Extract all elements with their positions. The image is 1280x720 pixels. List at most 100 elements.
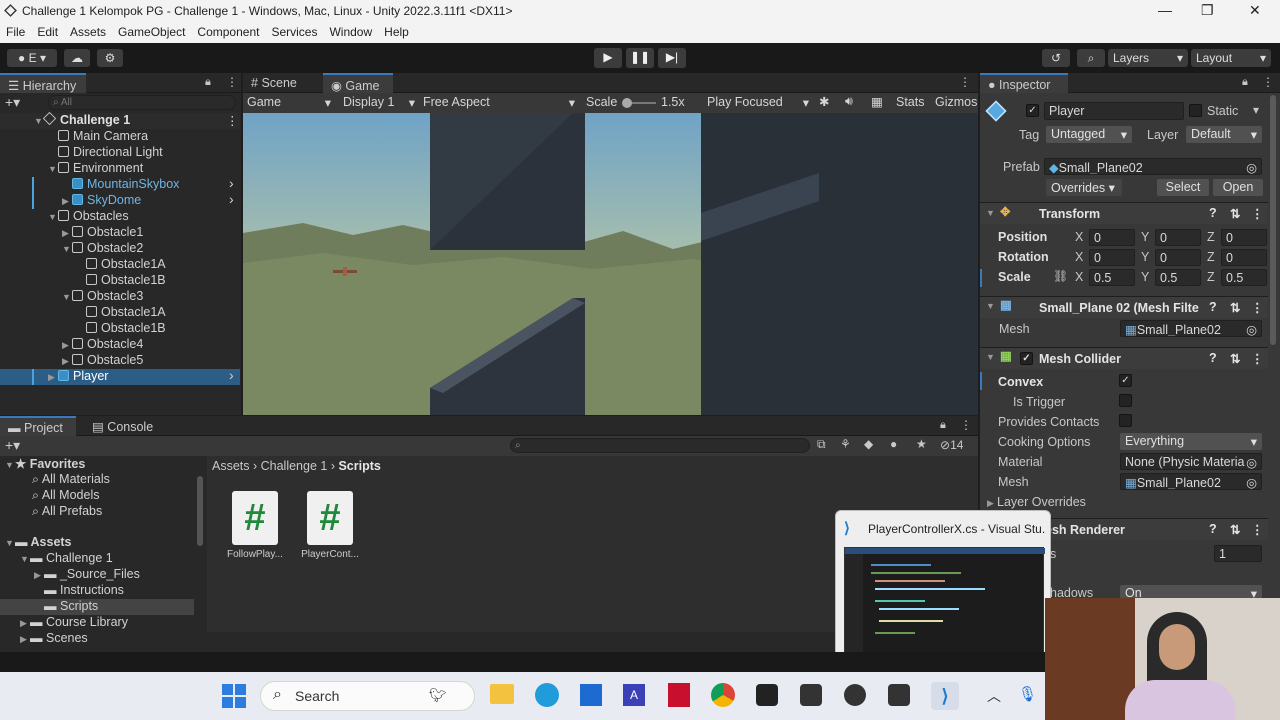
more-icon[interactable]: ⋮ xyxy=(1251,522,1264,537)
filter-label-icon[interactable]: ⚘ xyxy=(840,437,851,451)
tag-icon[interactable]: ◆ xyxy=(864,437,873,451)
transform-rotation-y-input[interactable]: 0 xyxy=(1155,249,1201,266)
favorite-item[interactable]: ⌕ All Prefabs xyxy=(0,504,200,520)
gizmos-button[interactable]: Gizmos xyxy=(935,95,977,109)
favorite-item[interactable]: ⌕ All Materials xyxy=(0,472,200,488)
static-checkbox[interactable] xyxy=(1189,104,1202,117)
provides-contacts-checkbox[interactable] xyxy=(1119,414,1132,427)
chevron-up-icon[interactable]: ︿ xyxy=(987,686,1001,706)
script-file[interactable]: # FollowPlay... xyxy=(223,491,287,581)
foldout-arrow-icon[interactable]: ▶ xyxy=(20,618,30,629)
project-search-input[interactable]: ⌕ xyxy=(510,438,810,453)
foldout-arrow-icon[interactable]: ▼ xyxy=(48,164,58,174)
search-button[interactable]: ⌕ xyxy=(1077,49,1105,67)
asset-folder[interactable]: ▼▬ Challenge 1 xyxy=(0,551,194,567)
chevron-right-icon[interactable]: › xyxy=(229,191,234,207)
help-icon[interactable]: ? xyxy=(1209,300,1217,314)
hierarchy-item[interactable]: Obstacle1B xyxy=(0,273,240,289)
open-button[interactable]: Open xyxy=(1213,179,1263,196)
app2-icon[interactable] xyxy=(844,684,866,706)
hierarchy-item[interactable]: MountainSkybox › xyxy=(0,175,240,193)
foldout-arrow-icon[interactable]: ▶ xyxy=(48,372,58,383)
scrollbar[interactable] xyxy=(1270,95,1276,345)
assets-header[interactable]: ▼▬ Assets xyxy=(0,535,200,551)
hierarchy-item[interactable]: ▶ Obstacle1 xyxy=(0,225,240,241)
mesh-collider-header[interactable]: ▼ ▦ ✓ Mesh Collider ? ⇅ ⋮ xyxy=(980,347,1268,369)
transform-rotation-x-input[interactable]: 0 xyxy=(1089,249,1135,266)
menu-edit[interactable]: Edit xyxy=(31,24,64,39)
more-icon[interactable]: ⋮ xyxy=(959,75,971,89)
foldout-arrow-icon[interactable]: ▶ xyxy=(34,570,44,581)
hierarchy-item[interactable]: Obstacle1A xyxy=(0,305,240,321)
constrain-proportions-icon[interactable]: ⛓ xyxy=(1053,269,1068,283)
preset-icon[interactable]: ⇅ xyxy=(1230,300,1240,315)
taskbar-preview-popup[interactable]: ⟩ PlayerControllerX.cs - Visual Stu... xyxy=(835,510,1051,659)
lock-icon[interactable]: 🔒︎ xyxy=(205,76,211,89)
preset-icon[interactable]: ⇅ xyxy=(1230,206,1240,221)
mcafee-icon[interactable] xyxy=(668,683,690,707)
prefab-field[interactable]: ◆Small_Plane02 ◎ xyxy=(1044,158,1262,175)
unity-icon[interactable] xyxy=(800,684,822,706)
layer-overrides-foldout[interactable]: ▶ Layer Overrides xyxy=(987,495,1086,509)
unity-hub-icon[interactable] xyxy=(756,684,778,706)
preset-icon[interactable]: ⇅ xyxy=(1230,351,1240,366)
tree-scrollbar[interactable] xyxy=(197,476,203,546)
star-icon[interactable]: ★ xyxy=(916,437,927,451)
foldout-arrow-icon[interactable]: ▼ xyxy=(48,212,58,222)
hidden-count[interactable]: ⊘14 xyxy=(940,438,963,452)
bug-icon[interactable]: ✱ xyxy=(819,94,829,109)
collider-mesh-field[interactable]: ▦Small_Plane02 ◎ xyxy=(1120,473,1262,490)
lock-icon[interactable]: 🔒︎ xyxy=(1242,76,1248,89)
transform-scale-z-input[interactable]: 0.5 xyxy=(1221,269,1267,286)
hierarchy-item[interactable]: Obstacle1A xyxy=(0,257,240,273)
store-icon[interactable] xyxy=(580,684,602,706)
is-trigger-checkbox[interactable] xyxy=(1119,394,1132,407)
more-icon[interactable]: ⋮ xyxy=(226,113,239,128)
scale-slider[interactable] xyxy=(622,98,656,108)
preset-icon[interactable]: ⇅ xyxy=(1230,522,1240,537)
account-button[interactable]: ● E ▾ xyxy=(7,49,57,67)
favorite-item[interactable]: ⌕ All Models xyxy=(0,488,200,504)
file-explorer-icon[interactable] xyxy=(490,684,514,704)
chevron-right-icon[interactable]: › xyxy=(229,367,234,383)
scene-row[interactable]: ▼ Challenge 1 ⋮ xyxy=(0,111,240,129)
hierarchy-item[interactable]: ▼ Obstacle3 xyxy=(0,289,240,305)
transform-header[interactable]: ▼ ✥ Transform ? ⇅ ⋮ xyxy=(980,202,1268,224)
hierarchy-item[interactable]: Directional Light xyxy=(0,145,240,161)
unity-editor-icon[interactable] xyxy=(888,684,910,706)
foldout-arrow-icon[interactable]: ▼ xyxy=(62,244,72,254)
step-button[interactable]: ▶| xyxy=(658,48,686,68)
hierarchy-item[interactable]: ▼ Environment xyxy=(0,161,240,177)
asset-folder[interactable]: ▬ Instructions xyxy=(0,583,194,599)
menu-window[interactable]: Window xyxy=(323,24,378,39)
layer-dropdown[interactable]: Default ▾ xyxy=(1186,126,1262,143)
transform-scale-x-input[interactable]: 0.5 xyxy=(1089,269,1135,286)
tab-console[interactable]: ▤ Console xyxy=(84,416,164,436)
add-button[interactable]: +▾ xyxy=(5,94,20,111)
renderer-number-field[interactable]: 1 xyxy=(1214,545,1262,562)
static-dropdown-arrow[interactable]: ▾ xyxy=(1253,103,1259,117)
history-button[interactable]: ↺ xyxy=(1042,49,1070,67)
maximize-button[interactable]: ❐ xyxy=(1201,2,1214,19)
asset-folder[interactable]: ▶ ▬ Scenes xyxy=(0,631,194,647)
game-viewport[interactable] xyxy=(243,113,978,415)
services-button[interactable]: ⚙ xyxy=(97,49,123,67)
info-icon[interactable]: ● xyxy=(890,437,897,451)
close-button[interactable]: ✕ xyxy=(1249,2,1261,19)
foldout-arrow-icon[interactable]: ▶ xyxy=(62,356,72,367)
convex-checkbox[interactable]: ✓ xyxy=(1119,374,1132,387)
chevron-right-icon[interactable]: › xyxy=(229,175,234,191)
menu-services[interactable]: Services xyxy=(265,24,323,39)
create-button[interactable]: +▾ xyxy=(5,437,20,454)
menu-component[interactable]: Component xyxy=(191,24,265,39)
more-icon[interactable]: ⋮ xyxy=(1262,75,1274,89)
hierarchy-item[interactable]: Obstacle1B xyxy=(0,321,240,337)
foldout-arrow-icon[interactable]: ▶ xyxy=(62,228,72,239)
menu-help[interactable]: Help xyxy=(378,24,415,39)
hierarchy-item[interactable]: ▶ Obstacle5 xyxy=(0,353,240,369)
display-dropdown[interactable]: Display 1 ▾ xyxy=(343,95,415,110)
menu-file[interactable]: File xyxy=(0,24,31,39)
hierarchy-item[interactable]: ▼ Obstacle2 xyxy=(0,241,240,257)
more-icon[interactable]: ⋮ xyxy=(1251,351,1264,366)
tab-scene[interactable]: # Scene xyxy=(243,73,313,93)
